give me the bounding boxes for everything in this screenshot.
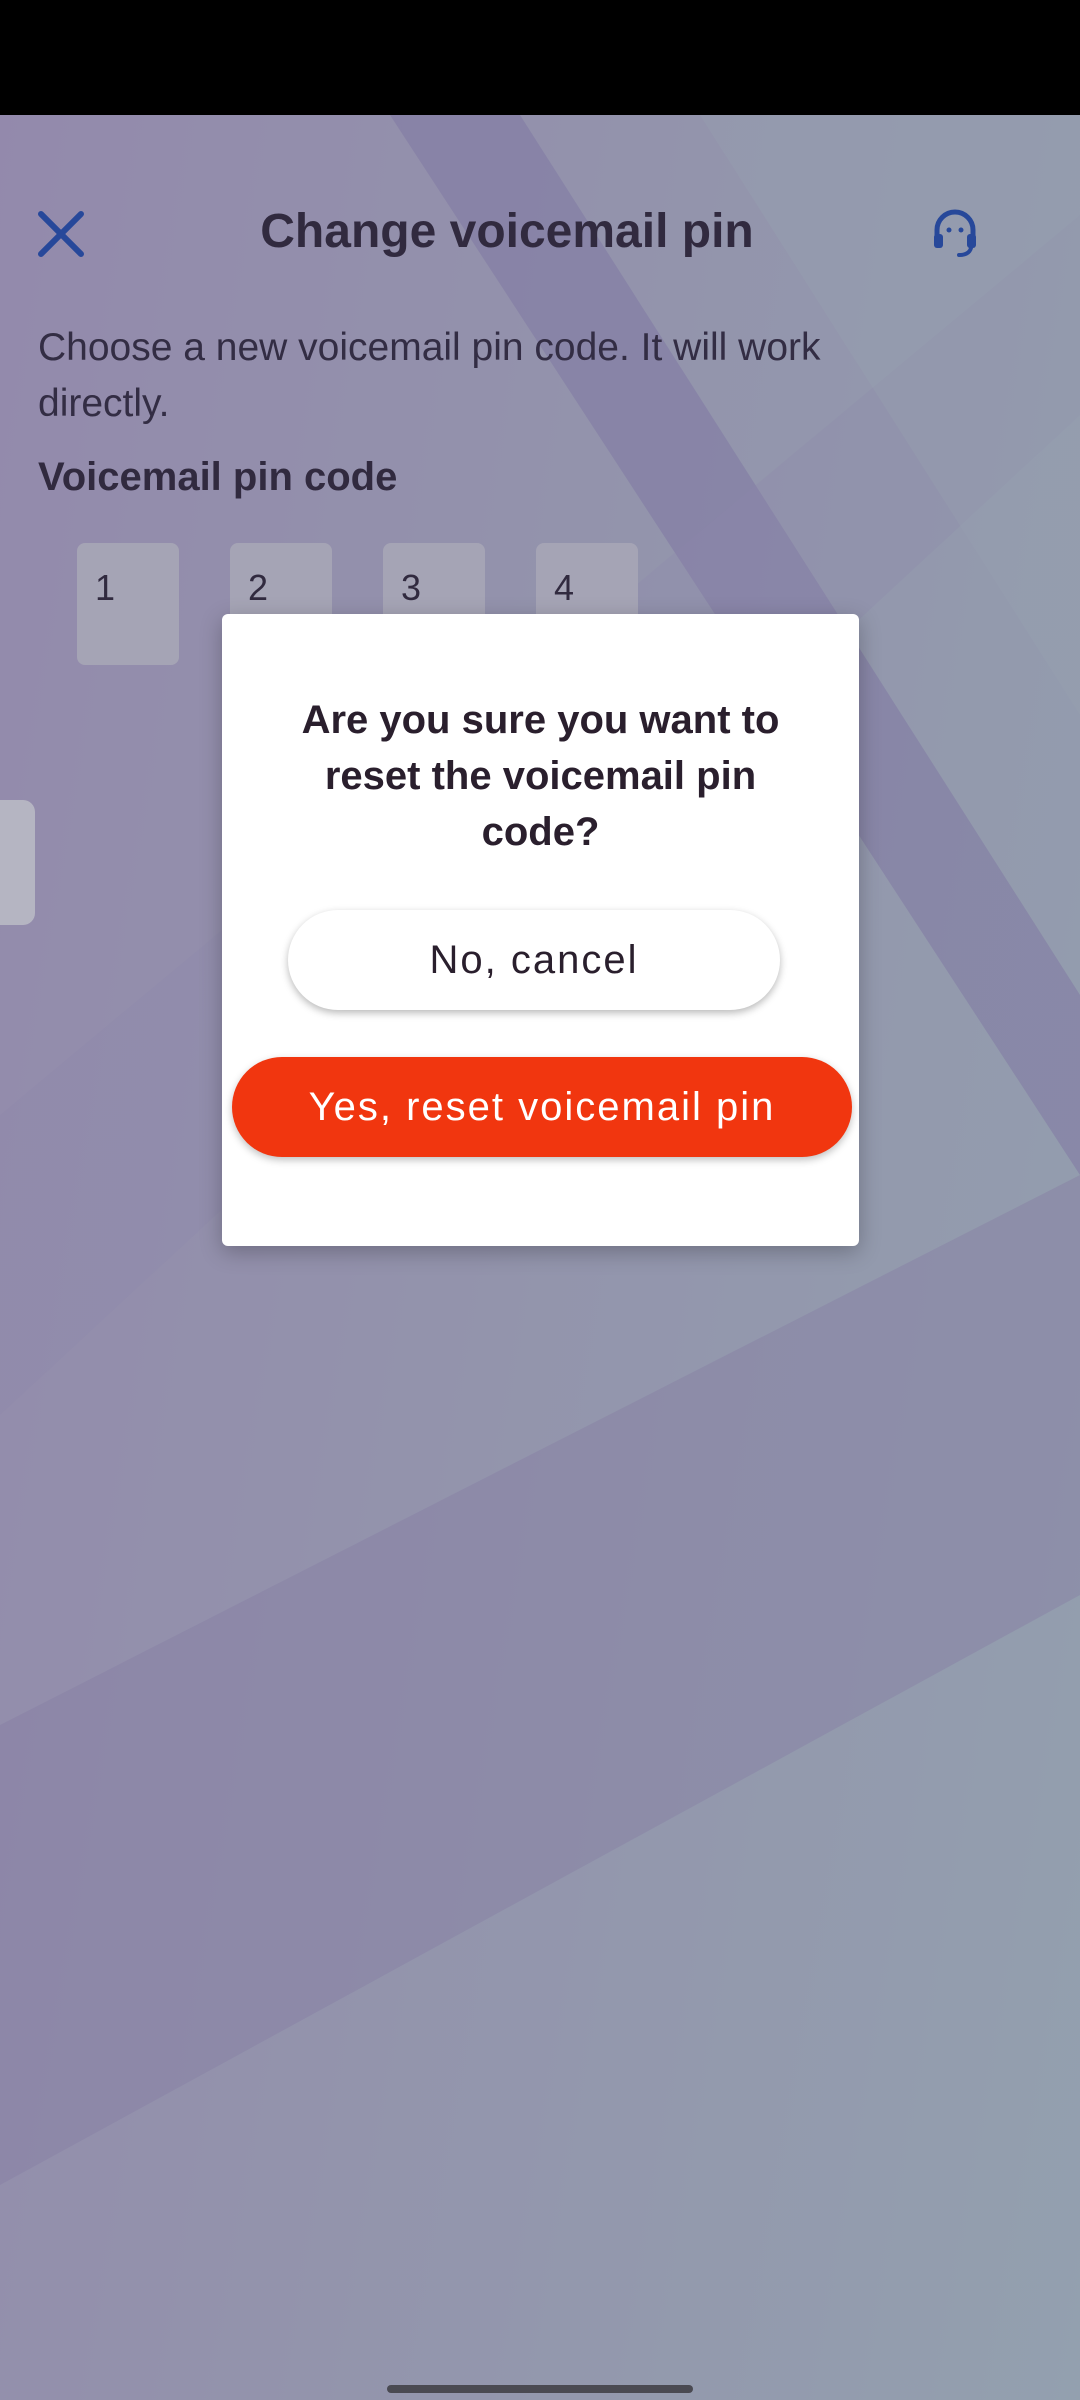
- reset-pin-dialog: Are you sure you want to reset the voice…: [222, 614, 859, 1246]
- cancel-button[interactable]: No, cancel: [288, 910, 780, 1010]
- modal-scrim[interactable]: [0, 115, 1080, 2400]
- reset-voicemail-pin-button[interactable]: Yes, reset voicemail pin: [232, 1057, 852, 1157]
- dialog-message: Are you sure you want to reset the voice…: [301, 698, 780, 854]
- status-bar: [0, 0, 1080, 115]
- home-indicator[interactable]: [387, 2385, 693, 2393]
